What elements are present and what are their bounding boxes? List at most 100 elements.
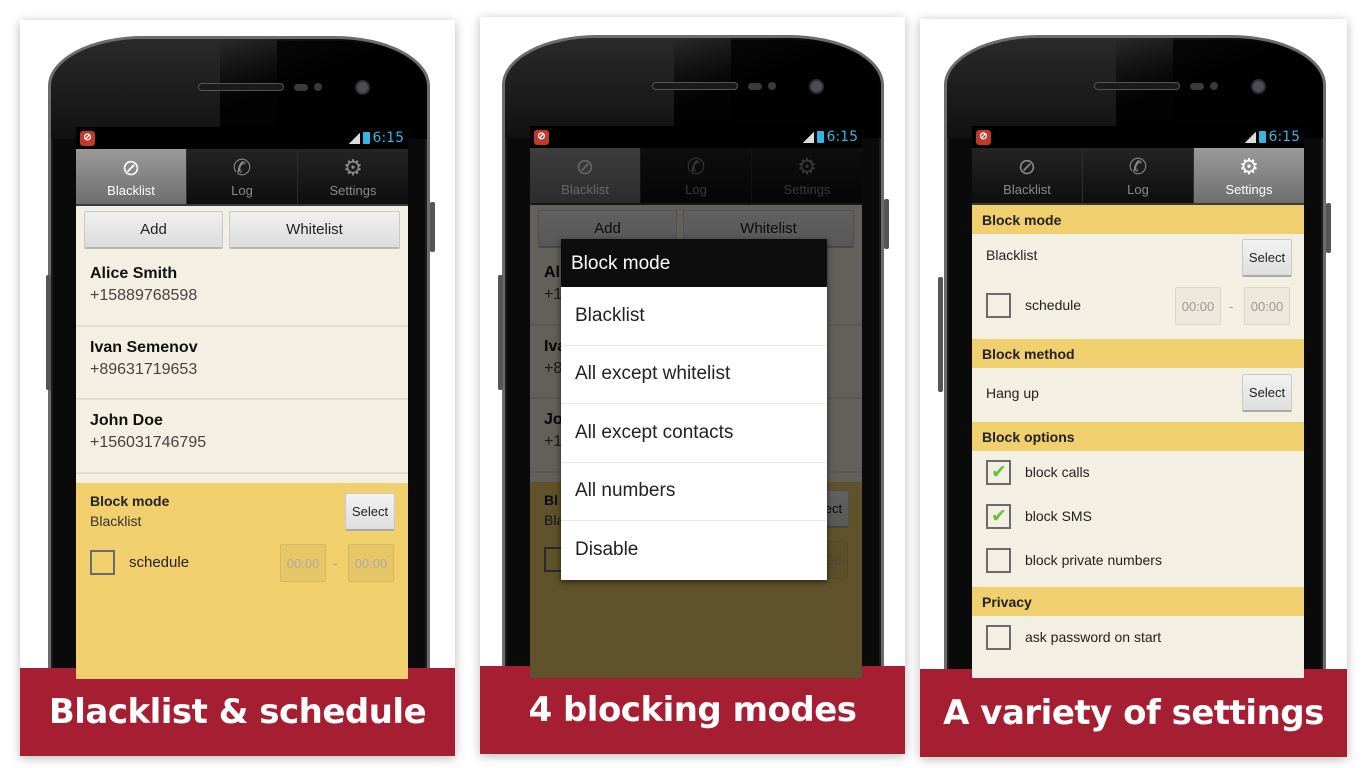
- signal-icon: [801, 131, 814, 143]
- tab-log[interactable]: ✆ Log: [1083, 148, 1194, 203]
- tab-label: Blacklist: [1003, 181, 1051, 197]
- option-label: block private numbers: [1025, 552, 1162, 568]
- caption: A variety of settings: [920, 669, 1347, 757]
- blocked-phone-icon: ⊘: [121, 154, 141, 180]
- list-item[interactable]: Alice Smith +15889768598: [76, 253, 408, 327]
- call-log-icon: ✆: [1128, 153, 1148, 179]
- gear-icon: ⚙: [343, 154, 363, 180]
- time-separator: -: [333, 556, 338, 571]
- light-sensor: [768, 82, 776, 90]
- contact-number: +156031746795: [90, 434, 207, 451]
- screenshot-panel-blacklist: ⊘ 6:15 ⊘ Blacklist ✆ Log ⚙ Settings Add …: [20, 20, 455, 756]
- add-button[interactable]: Add: [84, 211, 223, 249]
- list-item[interactable]: John Doe +156031746795: [76, 400, 408, 474]
- schedule-label: schedule: [129, 554, 190, 571]
- contact-name: John Doe: [90, 412, 163, 429]
- dialog-option-all-except-whitelist[interactable]: All except whitelist: [561, 345, 827, 404]
- schedule-from-time[interactable]: 00:00: [280, 544, 326, 582]
- phone-screen: ⊘ 6:15 ⊘ Blacklist ✆ Log ⚙ Sett: [972, 126, 1304, 678]
- section-header-block-mode: Block mode: [972, 205, 1304, 234]
- clock: 6:15: [826, 129, 858, 145]
- call-log-icon: ✆: [232, 154, 252, 180]
- signal-icon: [347, 132, 360, 144]
- battery-icon: [1258, 131, 1266, 143]
- tab-settings[interactable]: ⚙ Settings: [1194, 148, 1304, 203]
- phone-screen: ⊘ 6:15 ⊘ Blacklist ✆ Log: [530, 126, 862, 678]
- battery-icon: [816, 131, 824, 143]
- speaker-grille: [652, 82, 738, 90]
- speaker-grille: [198, 83, 284, 91]
- speaker-grille: [1094, 82, 1180, 90]
- option-ask-password[interactable]: ask password on start: [972, 616, 1304, 660]
- schedule-to-time[interactable]: 00:00: [348, 544, 394, 582]
- front-camera-icon: [1251, 79, 1266, 94]
- front-camera-icon: [355, 80, 370, 95]
- volume-button: [46, 275, 51, 390]
- tab-bar: ⊘ Blacklist ✆ Log ⚙ Settings: [76, 149, 408, 206]
- option-label: block calls: [1025, 464, 1090, 480]
- tab-label: Log: [231, 182, 253, 198]
- select-block-mode-button[interactable]: Select: [1242, 239, 1292, 277]
- block-sms-checkbox[interactable]: [986, 504, 1011, 529]
- block-icon: ⊘: [80, 130, 95, 146]
- battery-icon: [362, 132, 370, 144]
- schedule-to-time[interactable]: 00:00: [1244, 287, 1290, 325]
- schedule-label: schedule: [1025, 297, 1082, 313]
- block-mode-value: Blacklist: [986, 247, 1038, 263]
- time-separator: -: [1229, 299, 1234, 314]
- dialog-title: Block mode: [561, 239, 827, 287]
- section-header-privacy: Privacy: [972, 587, 1304, 616]
- dialog-option-disable[interactable]: Disable: [561, 521, 827, 580]
- option-block-sms[interactable]: block SMS: [972, 495, 1304, 539]
- block-private-numbers-checkbox[interactable]: [986, 548, 1011, 573]
- ask-password-checkbox[interactable]: [986, 625, 1011, 650]
- caption: 4 blocking modes: [480, 666, 905, 754]
- tab-blacklist[interactable]: ⊘ Blacklist: [76, 149, 187, 204]
- block-calls-checkbox[interactable]: [986, 460, 1011, 485]
- signal-icon: [1243, 131, 1256, 143]
- dialog-option-all-numbers[interactable]: All numbers: [561, 462, 827, 521]
- schedule-row: schedule 00:00 - 00:00: [972, 279, 1304, 339]
- light-sensor: [1210, 82, 1218, 90]
- block-mode-row: Blacklist Select: [972, 234, 1304, 279]
- option-block-private-numbers[interactable]: block private numbers: [972, 539, 1304, 587]
- dialog-option-all-except-contacts[interactable]: All except contacts: [561, 404, 827, 463]
- schedule-checkbox[interactable]: [986, 293, 1011, 318]
- phone-screen: ⊘ 6:15 ⊘ Blacklist ✆ Log ⚙ Sett: [76, 127, 408, 679]
- section-header-block-method: Block method: [972, 339, 1304, 368]
- schedule-from-time[interactable]: 00:00: [1175, 287, 1221, 325]
- clock: 6:15: [372, 130, 404, 146]
- proximity-sensor: [1190, 83, 1204, 90]
- tab-settings[interactable]: ⚙ Settings: [298, 149, 408, 204]
- select-block-method-button[interactable]: Select: [1242, 374, 1292, 412]
- power-button: [1326, 203, 1331, 253]
- select-block-mode-button[interactable]: Select: [345, 493, 395, 531]
- whitelist-button[interactable]: Whitelist: [229, 211, 400, 249]
- volume-button: [498, 275, 503, 390]
- section-header-block-options: Block options: [972, 422, 1304, 451]
- screenshot-panel-settings: ⊘ 6:15 ⊘ Blacklist ✆ Log ⚙ Settings Bloc…: [920, 19, 1347, 757]
- schedule-checkbox[interactable]: [90, 550, 115, 575]
- phone-frame: ⊘ 6:15 ⊘ Blacklist ✆ Log ⚙ Sett: [48, 36, 430, 679]
- clock: 6:15: [1268, 129, 1300, 145]
- phone-frame: ⊘ 6:15 ⊘ Blacklist ✆ Log ⚙ Sett: [944, 35, 1326, 678]
- dialog-option-blacklist[interactable]: Blacklist: [561, 287, 827, 346]
- tab-label: Log: [1127, 181, 1149, 197]
- block-icon: ⊘: [976, 129, 991, 145]
- tab-label: Settings: [1225, 181, 1273, 197]
- contact-number: +15889768598: [90, 287, 198, 304]
- caption: Blacklist & schedule: [20, 668, 455, 756]
- option-block-calls[interactable]: block calls: [972, 451, 1304, 495]
- tab-log[interactable]: ✆ Log: [187, 149, 298, 204]
- contact-name: Ivan Semenov: [90, 338, 198, 356]
- phone-frame: ⊘ 6:15 ⊘ Blacklist ✆ Log: [502, 35, 884, 678]
- block-icon: ⊘: [534, 129, 549, 145]
- tab-label: Blacklist: [107, 182, 155, 198]
- block-method-row: Hang up Select: [972, 368, 1304, 422]
- status-bar: ⊘ 6:15: [530, 126, 862, 148]
- tab-blacklist[interactable]: ⊘ Blacklist: [972, 148, 1083, 203]
- contact-name: Alice Smith: [90, 265, 178, 282]
- list-item[interactable]: Ivan Semenov +89631719653: [76, 327, 408, 400]
- light-sensor: [314, 83, 322, 91]
- front-camera-icon: [809, 79, 824, 94]
